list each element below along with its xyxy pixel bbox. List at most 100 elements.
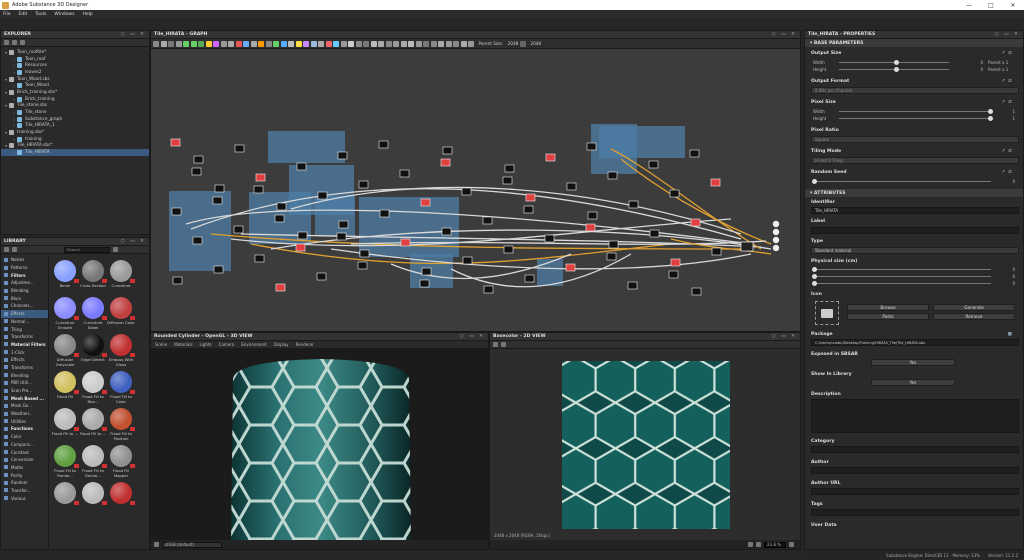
tiling-mode-select[interactable]: H and V Tiling (811, 157, 1019, 164)
node-tool-icon[interactable] (355, 40, 362, 47)
author-field[interactable] (811, 467, 1019, 474)
library-category-group[interactable]: Mesh Based ... (1, 394, 48, 402)
3d-menu-scene[interactable]: Scene (155, 342, 167, 347)
link-icon[interactable]: ↗⇄ (1001, 100, 1015, 105)
node-tool-icon[interactable] (423, 40, 429, 47)
2d-texture-preview[interactable] (562, 361, 730, 529)
output-height-slider[interactable] (839, 66, 949, 72)
menu-item-windows[interactable]: Windows (54, 12, 74, 17)
icon-preview[interactable] (815, 301, 839, 325)
library-filter-icon[interactable] (12, 247, 17, 252)
node-tool-icon[interactable] (190, 40, 197, 47)
new-file-icon[interactable] (4, 40, 9, 45)
zoom-field[interactable]: 23.8 % (764, 541, 786, 548)
category-field[interactable] (811, 446, 1019, 453)
library-item[interactable]: Flood Fill to ... (51, 406, 79, 443)
library-category[interactable]: Effects (1, 356, 48, 364)
library-category[interactable]: Patterns (1, 264, 48, 272)
library-category[interactable]: Adjustme... (1, 279, 48, 287)
node-tool-icon[interactable] (258, 40, 264, 47)
library-category[interactable]: Transforms (1, 333, 48, 341)
node-tool-icon[interactable] (408, 40, 414, 47)
library-item[interactable]: Emboss With Gloss (107, 332, 135, 369)
library-category[interactable]: Effects (1, 309, 48, 318)
exposed-toggle[interactable]: Yes (871, 359, 955, 366)
library-item[interactable]: Flood Fill to Rando... (51, 443, 79, 480)
library-item[interactable]: Flood Fill Mapper (107, 443, 135, 480)
colorspace-select[interactable]: sRGB (default) (162, 541, 222, 548)
menu-item-tools[interactable]: Tools (35, 12, 46, 17)
node-tool-icon[interactable] (198, 40, 204, 47)
library-category[interactable]: Mask Ge... (1, 402, 48, 410)
graph-canvas[interactable] (151, 49, 801, 332)
explorer-item[interactable]: ▾ Toon_Wood.sbs (1, 76, 149, 83)
library-category[interactable]: Random (1, 479, 48, 487)
library-category[interactable]: Blending (1, 287, 48, 295)
type-select[interactable]: Standard material (811, 247, 1019, 254)
library-category[interactable]: Weatheri... (1, 410, 48, 418)
panel-controls-icon[interactable]: ○ ▭ ✕ (772, 334, 797, 339)
output-format-select[interactable]: 8 Bits per Channel (811, 87, 1019, 94)
output-height-relative[interactable]: Parent x 1 (988, 67, 1008, 72)
library-item[interactable]: Curvature (107, 258, 135, 295)
3d-menu-camera[interactable]: Camera (219, 342, 235, 347)
output-width-slider[interactable] (839, 59, 949, 65)
library-item[interactable]: Flood Fill to Bbo... (79, 369, 107, 406)
panel-controls-icon[interactable]: ○ ▭ ✕ (772, 32, 797, 37)
library-category[interactable]: Scan Pro... (1, 387, 48, 395)
node-tool-icon[interactable] (295, 40, 302, 47)
library-category[interactable]: Noises (1, 256, 48, 264)
library-add-icon[interactable] (4, 247, 9, 252)
3d-menu-materials[interactable]: Materials (174, 342, 192, 347)
author-url-field[interactable] (811, 488, 1019, 495)
pixel-height-slider[interactable] (839, 115, 993, 121)
library-category[interactable]: Conversion (1, 456, 48, 464)
library-category[interactable]: Blending (1, 371, 48, 379)
output-width-relative[interactable]: Parent x 1 (988, 60, 1008, 65)
node-tool-icon[interactable] (453, 40, 459, 47)
library-category[interactable]: Normal ... (1, 318, 48, 326)
tiling-icon[interactable] (501, 342, 506, 347)
node-tool-icon[interactable] (183, 40, 189, 47)
library-item[interactable] (79, 480, 107, 517)
node-tool-icon[interactable] (205, 40, 212, 47)
library-category[interactable]: PBR Utili... (1, 379, 48, 387)
explorer-item[interactable]: ▾ Tile_stone.sbs (1, 103, 149, 110)
3d-menu-lights[interactable]: Lights (200, 342, 212, 347)
library-category[interactable]: Various (1, 494, 48, 502)
node-tool-icon[interactable] (445, 40, 452, 47)
3d-menu-display[interactable]: Display (274, 342, 289, 347)
explorer-item[interactable]: ▾ training.sbs* (1, 129, 149, 136)
base-parameters-section[interactable]: ▾ BASE PARAMETERS (805, 39, 1023, 47)
menu-item-file[interactable]: File (3, 12, 11, 17)
attributes-section[interactable]: ▾ ATTRIBUTES (805, 189, 1023, 197)
library-item[interactable]: Curvature Smooth (51, 295, 79, 332)
library-item[interactable]: Flood Fill to Rando... (79, 443, 107, 480)
node-tool-icon[interactable] (213, 40, 219, 47)
panel-controls-icon[interactable]: ○ ▭ ✕ (460, 334, 485, 339)
library-item[interactable]: Curvature Sobel (79, 295, 107, 332)
generate-button[interactable]: Generate (933, 304, 1015, 311)
library-search-input[interactable]: Search (64, 246, 110, 253)
zoom-in-icon[interactable] (789, 542, 794, 547)
node-tool-icon[interactable] (333, 40, 339, 47)
parent-size-a[interactable]: 2048 (508, 41, 519, 46)
node-tool-icon[interactable] (153, 40, 159, 47)
library-category[interactable]: Channels... (1, 302, 48, 310)
node-tool-icon[interactable] (310, 40, 317, 47)
library-category-group[interactable]: Material Filters (1, 341, 48, 349)
library-item[interactable] (107, 480, 135, 517)
physical-z-slider[interactable] (812, 280, 991, 286)
library-item[interactable] (51, 480, 79, 517)
explorer-item[interactable]: › Substance_graph (1, 116, 149, 123)
library-item[interactable]: Flood Fill to ... (79, 406, 107, 443)
explorer-item[interactable]: ▾ Toon_rooftile* (1, 49, 149, 56)
library-category[interactable]: Comparis... (1, 441, 48, 449)
library-category[interactable]: Color (1, 433, 48, 441)
node-tool-icon[interactable] (385, 40, 392, 47)
library-item[interactable]: Diffusion Color (107, 295, 135, 332)
node-tool-icon[interactable] (235, 40, 242, 47)
library-category[interactable]: Parity (1, 471, 48, 479)
node-tool-icon[interactable] (288, 40, 294, 47)
explorer-item[interactable]: › Tile_HIRATA (1, 149, 149, 156)
